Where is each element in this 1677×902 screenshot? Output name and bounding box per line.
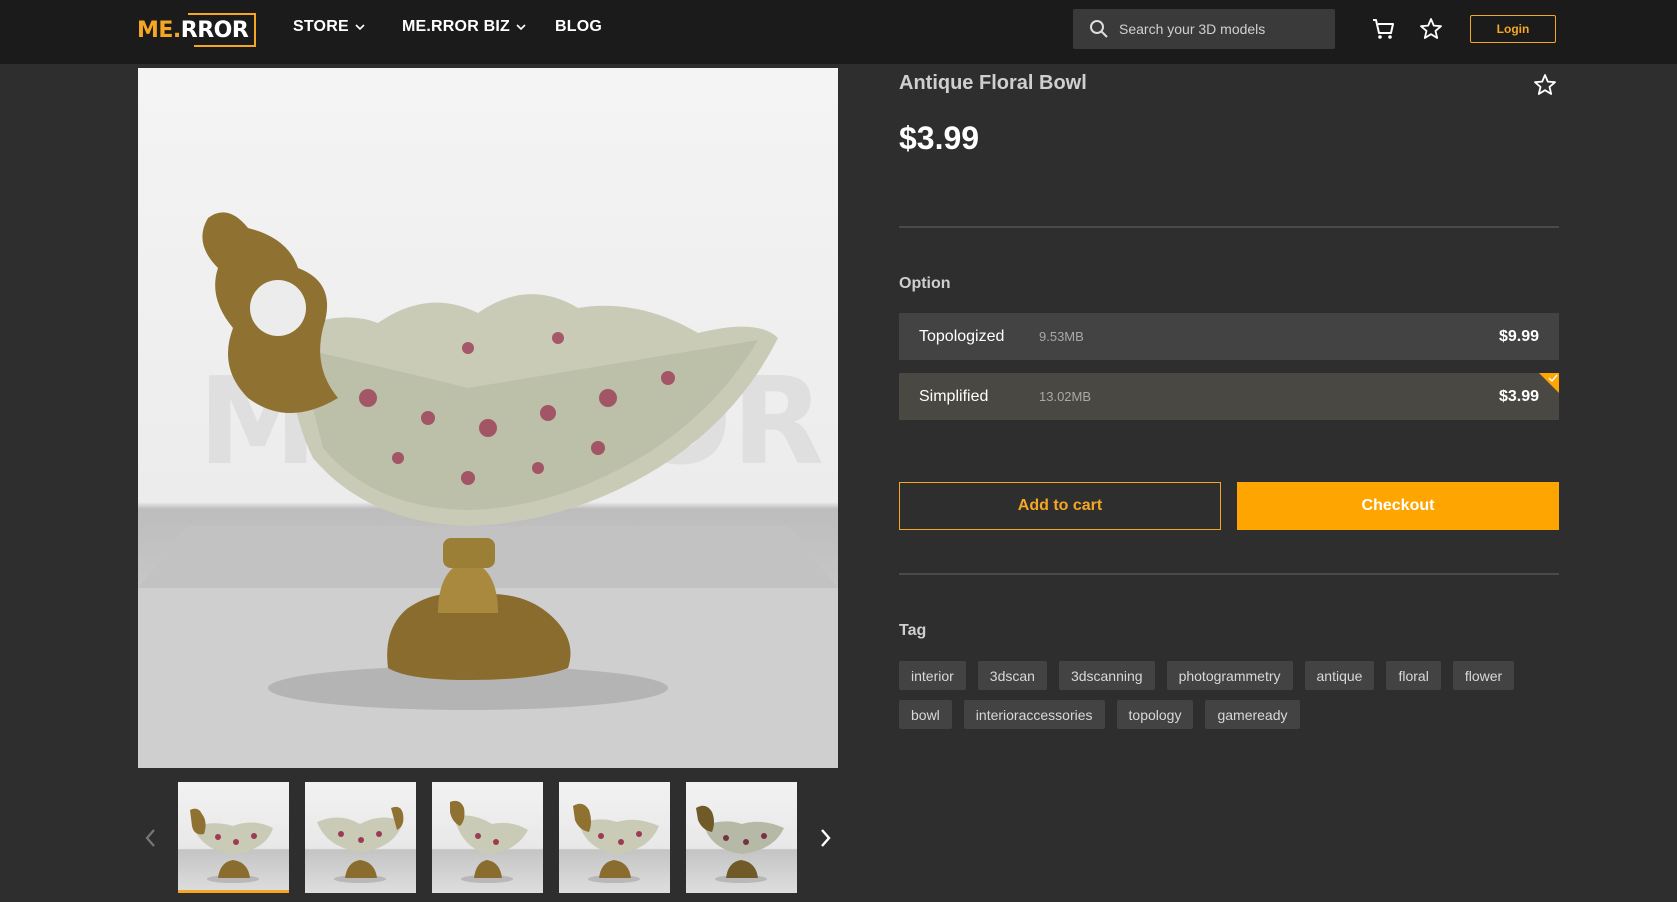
thumbnail-3[interactable] xyxy=(432,782,543,893)
chevron-down-icon xyxy=(355,24,365,31)
thumbnail-1[interactable] xyxy=(178,782,289,893)
option-name: Topologized xyxy=(919,327,1005,345)
tag-chip[interactable]: interioraccessories xyxy=(963,700,1105,729)
option-simplified[interactable]: Simplified 13.02MB $3.99 xyxy=(899,373,1559,420)
nav-mirror-biz-label: ME.RROR BIZ xyxy=(402,18,510,35)
option-topologized[interactable]: Topologized 9.53MB $9.99 xyxy=(899,313,1559,360)
search-icon xyxy=(1090,20,1108,38)
tag-chip[interactable]: flower xyxy=(1452,661,1515,690)
search-bar[interactable] xyxy=(1073,9,1335,49)
option-price: $9.99 xyxy=(1498,327,1539,345)
checkout-button[interactable]: Checkout xyxy=(1237,482,1559,530)
nav-store-label: STORE xyxy=(293,18,349,35)
tag-chip[interactable]: 3dscan xyxy=(977,661,1047,690)
thumbnail-2[interactable] xyxy=(305,782,416,893)
favorite-star-icon[interactable] xyxy=(1532,72,1558,98)
thumbnail-5[interactable] xyxy=(686,782,797,893)
thumbnail-bowl-image xyxy=(317,806,404,883)
thumbnail-bowl-image xyxy=(190,808,273,883)
option-price: $3.99 xyxy=(1498,387,1539,405)
search-input[interactable] xyxy=(1119,21,1329,37)
nav-blog-label: BLOG xyxy=(555,18,603,35)
chevron-down-icon xyxy=(516,24,526,31)
top-nav: ME.RROR STORE ME.RROR BIZ BLOG Login xyxy=(0,0,1677,64)
nav-store[interactable]: STORE xyxy=(293,18,365,36)
thumbnail-bowl-image xyxy=(573,803,659,883)
product-price: $3.99 xyxy=(899,120,980,156)
divider xyxy=(899,226,1559,228)
chevron-right-icon[interactable] xyxy=(815,826,835,850)
tag-chip[interactable]: bowl xyxy=(899,700,952,729)
login-button[interactable]: Login xyxy=(1470,15,1556,43)
tag-label: Tag xyxy=(899,622,927,639)
cart-icon[interactable] xyxy=(1370,16,1396,42)
tag-chip[interactable]: photogrammetry xyxy=(1166,661,1293,690)
divider xyxy=(899,573,1559,575)
tag-chip[interactable]: gameready xyxy=(1205,700,1300,729)
logo-frame xyxy=(188,13,256,47)
product-image-bowl: ME.RROR xyxy=(138,212,838,768)
main-product-image[interactable]: ME.RROR xyxy=(138,68,838,768)
product-title: Antique Floral Bowl xyxy=(899,72,1087,94)
option-label: Option xyxy=(899,275,951,292)
logo-text-me: ME. xyxy=(137,17,181,43)
selected-check-icon xyxy=(1539,373,1559,393)
nav-blog[interactable]: BLOG xyxy=(555,18,602,36)
option-size: 9.53MB xyxy=(1039,329,1084,344)
tag-chip[interactable]: topology xyxy=(1116,700,1194,729)
thumbnail-bowl-image xyxy=(696,805,784,883)
chevron-left-icon[interactable] xyxy=(141,826,161,850)
nav-mirror-biz[interactable]: ME.RROR BIZ xyxy=(402,18,526,36)
tag-chip[interactable]: interior xyxy=(899,661,966,690)
option-name: Simplified xyxy=(919,387,989,405)
tag-chip[interactable]: antique xyxy=(1304,661,1375,690)
option-size: 13.02MB xyxy=(1039,389,1092,404)
tag-list: interior 3dscan 3dscanning photogrammetr… xyxy=(899,661,1559,729)
tag-chip[interactable]: floral xyxy=(1386,661,1441,690)
logo[interactable]: ME. RROR xyxy=(137,12,259,48)
thumbnail-4[interactable] xyxy=(559,782,670,893)
tag-chip[interactable]: 3dscanning xyxy=(1058,661,1155,690)
add-to-cart-button[interactable]: Add to cart xyxy=(899,482,1221,530)
star-outline-icon[interactable] xyxy=(1418,16,1444,42)
thumbnail-bowl-image xyxy=(450,800,528,883)
